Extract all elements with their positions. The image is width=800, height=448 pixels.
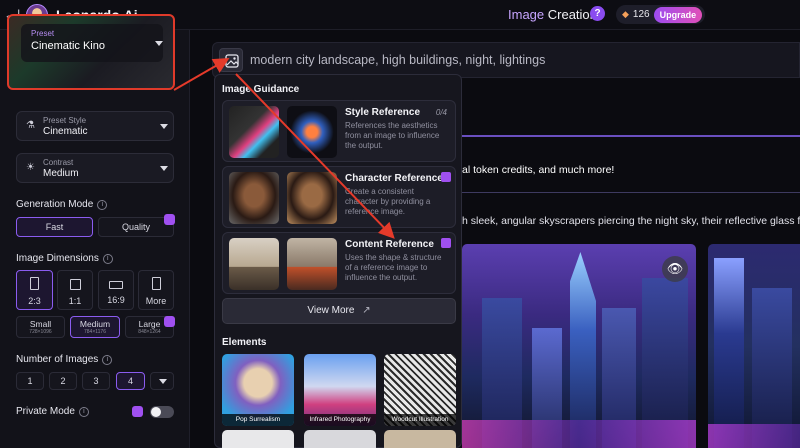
elements-title: Elements (222, 337, 267, 348)
ratio-2-3-button[interactable]: 2:3 (16, 270, 53, 310)
preset-style-select[interactable]: ⚗ Preset Style Cinematic (16, 111, 174, 141)
thumbnail (287, 172, 337, 224)
images-count-3[interactable]: 3 (82, 372, 110, 390)
chevron-down-icon (155, 41, 163, 46)
generation-prompt-text: h sleek, angular skyscrapers piercing th… (462, 215, 800, 227)
chevron-down-icon (159, 379, 167, 384)
page-title: Image Creation (508, 7, 597, 22)
number-of-images-title: Number of Images i (16, 354, 113, 365)
token-credits[interactable]: ◆ 126 Upgrade (616, 5, 706, 24)
images-count-2[interactable]: 2 (49, 372, 77, 390)
element-pop-surrealism[interactable]: Pop Surrealism (222, 354, 294, 426)
content-reference-card[interactable]: Content Reference Uses the shape & struc… (222, 232, 456, 294)
thumbnail (287, 238, 337, 290)
generated-image[interactable] (708, 244, 800, 448)
premium-badge-icon (441, 238, 451, 248)
element-card[interactable] (384, 430, 456, 448)
images-count-1[interactable]: 1 (16, 372, 44, 390)
element-woodcut-illustration[interactable]: Woodcut Illustration (384, 354, 456, 426)
chevron-down-icon (160, 124, 168, 129)
mode-quality-button[interactable]: Quality (98, 217, 174, 237)
info-icon[interactable]: i (78, 407, 89, 417)
premium-badge-icon (132, 406, 143, 417)
contrast-select[interactable]: ☀ Contrast Medium (16, 153, 174, 183)
info-icon[interactable]: i (102, 355, 113, 365)
generation-mode-title: Generation Mode i (16, 199, 108, 210)
prompt-input[interactable]: modern city landscape, high buildings, n… (250, 53, 545, 67)
info-icon[interactable]: i (102, 254, 113, 264)
image-guidance-title: Image Guidance (222, 84, 300, 95)
premium-badge-icon (164, 214, 175, 225)
preset-value: Cinematic Kino (31, 40, 105, 52)
premium-badge-icon (164, 316, 175, 327)
mode-fast-button[interactable]: Fast (16, 217, 93, 237)
external-link-icon: ↗ (362, 305, 371, 316)
token-icon: ◆ (622, 9, 629, 19)
view-more-button[interactable]: View More ↗ (222, 298, 456, 324)
info-icon[interactable]: i (97, 200, 108, 210)
generated-image[interactable] (462, 244, 696, 448)
images-count-dropdown[interactable] (150, 372, 174, 390)
style-reference-card[interactable]: Style Reference References the aesthetic… (222, 100, 456, 162)
element-card[interactable] (304, 430, 376, 448)
flask-icon: ⚗ (26, 120, 35, 131)
image-guidance-button[interactable] (219, 48, 243, 72)
upgrade-button[interactable]: Upgrade (653, 6, 703, 23)
size-small-button[interactable]: Small 728×1096 (16, 316, 65, 338)
divider (462, 192, 800, 193)
ratio-16-9-button[interactable]: 16:9 (98, 270, 134, 310)
thumbnail (229, 106, 279, 158)
image-icon (225, 54, 239, 68)
divider (462, 135, 800, 137)
ratio-1-1-button[interactable]: 1:1 (57, 270, 93, 310)
sun-icon: ☀ (26, 162, 35, 173)
promo-text: al token credits, and much more! (462, 164, 615, 176)
eye-icon[interactable]: 👁 (662, 256, 688, 282)
image-dimensions-title: Image Dimensions i (16, 253, 113, 264)
character-reference-card[interactable]: Character Reference Create a consistent … (222, 166, 456, 228)
element-infrared-photography[interactable]: Infrared Photography (304, 354, 376, 426)
images-count-4[interactable]: 4 (116, 372, 145, 390)
thumbnail (229, 172, 279, 224)
credits-count: 126 (632, 9, 650, 20)
help-icon[interactable]: ? (590, 6, 605, 21)
preset-selector[interactable]: Preset Cinematic Kino (7, 14, 175, 90)
premium-badge-icon (441, 172, 451, 182)
element-card[interactable] (222, 430, 294, 448)
thumbnail (229, 238, 279, 290)
thumbnail (287, 106, 337, 158)
size-medium-button[interactable]: Medium 784×1176 (70, 316, 120, 338)
ratio-more-button[interactable]: More (138, 270, 174, 310)
private-mode-toggle[interactable] (150, 406, 174, 418)
preset-label: Preset (31, 29, 55, 38)
private-mode-title: Private Mode i (16, 406, 89, 417)
chevron-down-icon (160, 166, 168, 171)
